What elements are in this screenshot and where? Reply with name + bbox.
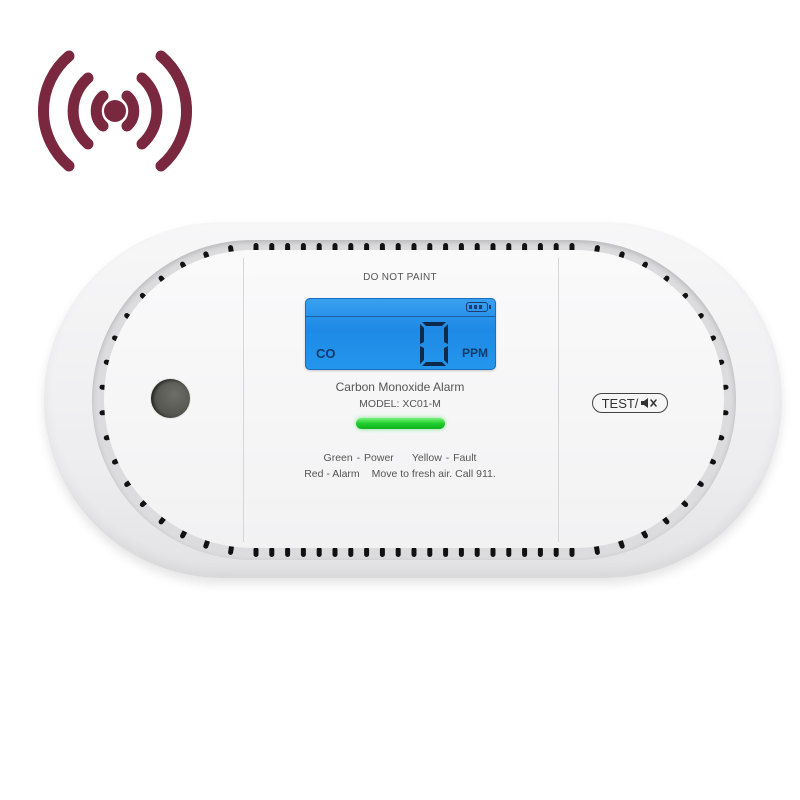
vent-slot [332,547,338,557]
vent-slot [569,547,575,557]
panel-seam-right [558,258,559,542]
legend-instruction: Move to fresh air. Call 911. [371,468,496,480]
vent-slot [285,547,291,557]
led-legend-row-1: Green - Power Yellow - Fault [300,452,500,464]
vent-slot [411,547,417,557]
light-sensor-window [151,379,190,418]
lcd-reading-digit [420,322,448,366]
vent-slot [395,547,401,557]
vent-slot [443,547,449,557]
vent-slot [253,547,259,557]
mute-icon [641,398,658,408]
vent-slot [348,547,354,557]
vent-slot [269,547,275,557]
panel-seam-left [243,258,244,542]
battery-full-icon [466,302,491,312]
vent-slot [427,547,433,557]
lcd-co-label: CO [316,346,336,361]
legend-yellow: Yellow - Fault [411,452,477,464]
vent-slot [537,547,543,557]
vent-slot [458,547,464,557]
legend-green: Green - Power [323,452,394,464]
vent-slot [474,547,480,557]
vent-slot [506,547,512,557]
vent-slot [300,547,306,557]
test-mute-button[interactable]: TEST/ [592,393,668,413]
vent-slot [490,547,496,557]
vent-slot [379,547,385,557]
product-title: Carbon Monoxide Alarm [335,380,465,394]
do-not-paint-label: DO NOT PAINT [363,272,437,283]
legend-red: Red - Alarm [304,468,360,480]
vent-slot [364,547,370,557]
vent-slot [553,547,559,557]
test-button-label: TEST/ [601,395,639,411]
status-led [356,418,445,429]
lcd-divider [305,316,496,317]
vent-slot [522,547,528,557]
vent-slot [316,547,322,557]
led-legend-row-2: Red - Alarm Move to fresh air. Call 911. [290,468,510,480]
lcd-ppm-label: PPM [462,346,489,360]
model-label: MODEL: XC01-M [359,398,441,410]
